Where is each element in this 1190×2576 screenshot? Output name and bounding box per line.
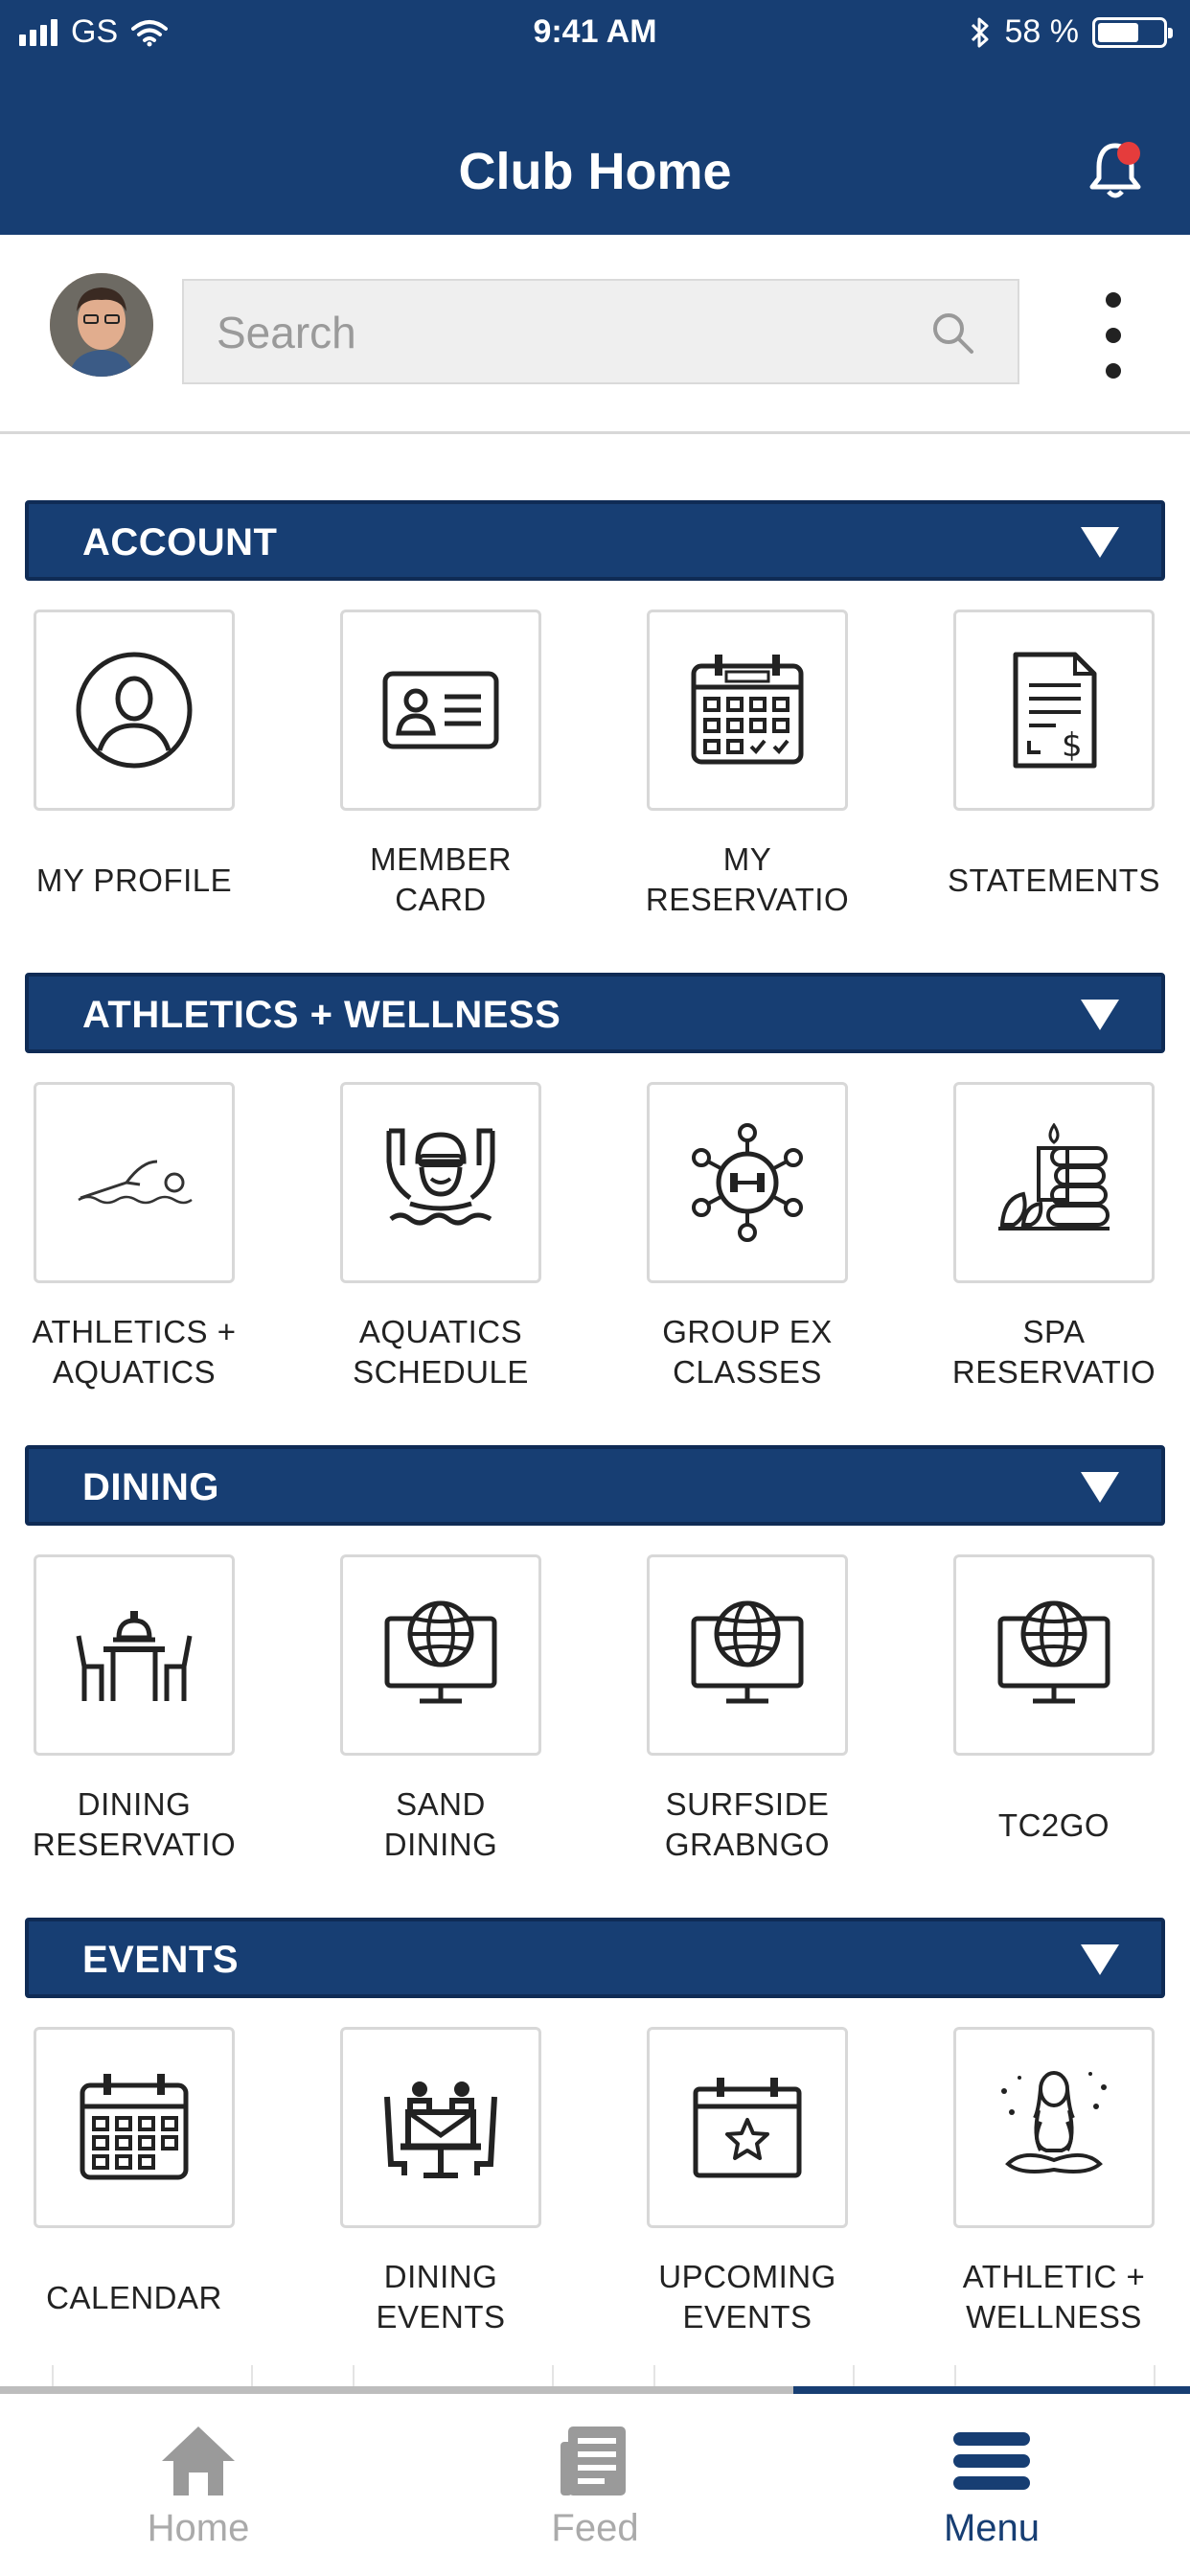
globe-monitor-icon — [384, 1600, 497, 1704]
tile-icon-box — [953, 1082, 1155, 1283]
tile-group-ex-classes[interactable]: GROUP EX CLASSES — [557, 1082, 863, 1398]
tab-label: Menu — [943, 2507, 1041, 2549]
tile-icon-box — [647, 1554, 848, 1756]
notifications-button[interactable] — [1087, 136, 1144, 203]
tile-dining-events[interactable]: DINING EVENTS — [250, 2027, 557, 2343]
tile-icon-box — [34, 1554, 235, 1756]
tile-spa-reservations[interactable]: SPA RESERVATIO — [863, 1082, 1170, 1398]
tab-menu[interactable]: Menu — [793, 2394, 1190, 2576]
status-right: 58 % — [969, 13, 1173, 51]
tile-surfside-grabngo[interactable]: SURFSIDE GRABNGO — [557, 1554, 863, 1871]
page-title: Club Home — [458, 143, 732, 200]
globe-monitor-icon — [691, 1600, 804, 1704]
section-header-account[interactable]: ACCOUNT — [25, 500, 1165, 581]
tile-icon-box — [340, 2027, 541, 2228]
tile-icon-box: $ — [953, 610, 1155, 811]
calendar-star-icon — [693, 2078, 802, 2178]
tab-label: Feed — [551, 2507, 639, 2549]
tile-icon-box — [953, 1554, 1155, 1756]
tile-icon-box — [34, 1082, 235, 1283]
meditation-icon — [1001, 2071, 1107, 2174]
section-header-athletics[interactable]: ATHLETICS + WELLNESS — [25, 973, 1165, 1053]
avatar[interactable] — [50, 273, 153, 377]
tile-label: ATHLETIC + WELLNESS — [962, 2259, 1146, 2334]
id-card-icon — [382, 671, 499, 749]
tile-label: SPA RESERVATIO — [951, 1314, 1156, 1390]
tile-my-profile[interactable]: MY PROFILE — [0, 610, 250, 926]
tile-icon-box — [34, 610, 235, 811]
dining-table-icon — [76, 1611, 193, 1701]
tile-tc2go[interactable]: TC2GO — [863, 1554, 1170, 1871]
spa-stones-icon — [998, 1123, 1110, 1230]
tab-label: Home — [147, 2507, 250, 2549]
feed-icon — [561, 2426, 626, 2496]
svg-text:$: $ — [1062, 726, 1083, 765]
swim-cap-icon — [386, 1128, 495, 1226]
notification-badge — [1117, 142, 1140, 165]
tile-dining-reservations[interactable]: DINING RESERVATIO — [0, 1554, 250, 1871]
globe-monitor-icon — [997, 1600, 1110, 1704]
section-header-dining[interactable]: DINING — [25, 1445, 1165, 1526]
chevron-down-icon[interactable] — [1081, 1000, 1119, 1030]
tile-upcoming-events[interactable]: UPCOMING EVENTS — [557, 2027, 863, 2343]
tile-sand-dining[interactable]: SAND DINING — [250, 1554, 557, 1871]
active-tab-indicator — [793, 2386, 1190, 2394]
more-options-button[interactable] — [1094, 292, 1133, 379]
tile-calendar[interactable]: CALENDAR — [0, 2027, 250, 2343]
chevron-down-icon[interactable] — [1081, 527, 1119, 558]
tile-label: TC2GO — [997, 1807, 1110, 1843]
tile-icon-box — [340, 1554, 541, 1756]
tile-icon-box — [34, 2027, 235, 2228]
tile-label: STATEMENTS — [948, 862, 1160, 898]
chevron-down-icon[interactable] — [1081, 1944, 1119, 1975]
tab-bar: Home Feed Menu — [0, 2386, 1190, 2576]
section-title: EVENTS — [82, 1939, 240, 1981]
tile-icon-box — [953, 2027, 1155, 2228]
chevron-down-icon[interactable] — [1081, 1472, 1119, 1503]
swimmer-icon — [78, 1160, 193, 1205]
tab-home[interactable]: Home — [0, 2394, 397, 2576]
battery-percent: 58 % — [1004, 13, 1080, 50]
tile-icon-box — [340, 1082, 541, 1283]
home-icon — [162, 2426, 235, 2496]
tile-aquatics-schedule[interactable]: AQUATICS SCHEDULE — [250, 1082, 557, 1398]
section-title: ATHLETICS + WELLNESS — [82, 994, 561, 1036]
tile-statements[interactable]: $ STATEMENTS — [863, 610, 1170, 926]
tab-feed[interactable]: Feed — [397, 2394, 793, 2576]
menu-icon — [953, 2432, 1030, 2490]
tile-athletics-aquatics[interactable]: ATHLETICS + AQUATICS — [0, 1082, 250, 1398]
tile-my-reservations[interactable]: MY RESERVATIO — [557, 610, 863, 926]
section-title: ACCOUNT — [82, 521, 278, 564]
calendar-check-icon — [691, 655, 804, 765]
invoice-icon: $ — [1013, 652, 1097, 769]
tile-member-card[interactable]: MEMBER CARD — [250, 610, 557, 926]
tile-athletic-wellness[interactable]: ATHLETIC + WELLNESS — [863, 2027, 1170, 2343]
search-icon[interactable] — [929, 310, 977, 357]
section-header-events[interactable]: EVENTS — [25, 1918, 1165, 1998]
status-bar: GS 9:41 AM 58 % — [0, 0, 1190, 67]
tile-icon-box — [647, 1082, 848, 1283]
tile-icon-box — [340, 610, 541, 811]
next-row-peek — [0, 2365, 1190, 2386]
search-bar[interactable] — [182, 279, 1019, 384]
top-bar: GS 9:41 AM 58 % Club Home — [0, 0, 1190, 235]
section-title: DINING — [82, 1466, 219, 1508]
battery-icon — [1092, 16, 1173, 48]
search-row — [0, 235, 1190, 434]
bluetooth-icon — [971, 17, 988, 47]
tile-icon-box — [647, 610, 848, 811]
profile-icon — [76, 652, 193, 769]
tile-icon-box — [647, 2027, 848, 2228]
dining-event-icon — [384, 2082, 497, 2178]
dumbbell-group-icon — [692, 1123, 803, 1242]
search-input[interactable] — [184, 281, 947, 384]
calendar-icon — [80, 2074, 189, 2180]
